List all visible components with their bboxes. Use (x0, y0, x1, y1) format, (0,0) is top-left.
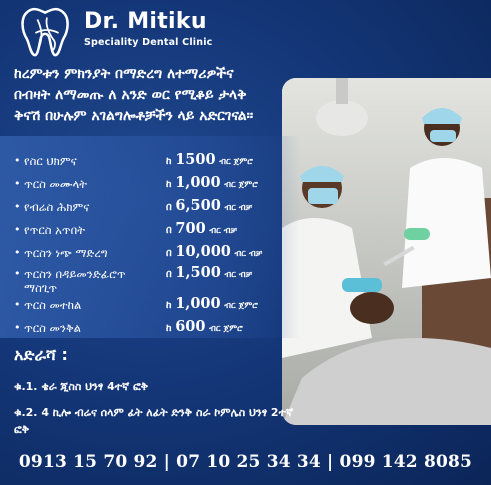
headline-line: ቅናሽ በሁሉም አገልግሎቶቻችን ላይ አድርገናል። (14, 108, 254, 124)
address-branch-2: ቁ.2. 4 ኪሎ ብሬና ሰላም ፊት ለፊት ድንቅ ስራ ኮምሌስ ህንፃ… (14, 406, 294, 436)
brand: Dr. Mitiku Speciality Dental Clinic (84, 9, 213, 49)
service-name: የስር ህክምና (24, 154, 77, 168)
bullet-icon: • (14, 321, 21, 334)
bullet-icon: • (14, 246, 21, 259)
dentist-photo (282, 78, 491, 425)
service-name: ጥርስን ነጭ ማድረግ (24, 246, 108, 260)
service-name: ጥርስ መሙላት (24, 177, 88, 191)
list-item: • የጥርስ አጥበት በ 700 ብር ብቻ (14, 220, 294, 245)
bullet-icon: • (14, 154, 21, 167)
service-price: ከ 600 ብር ጀምሮ (166, 318, 243, 335)
headline-line: ከረምቱን ምክንያት በማድረግ ለተማሪዎችና (14, 66, 234, 82)
list-item: • ጥርስ መሙላት ከ 1,000 ብር ጀምሮ (14, 174, 294, 199)
service-price: በ 1,500 ብር ብቻ (166, 264, 253, 281)
list-item: • ጥርስን በዳይመንድፊሮጥ ማስጊጥ በ 1,500 ብር ብቻ (14, 264, 294, 297)
service-price: በ 700 ብር ብቻ (166, 220, 237, 237)
list-item: • ጥርስ መንቅል ከ 600 ብር ጀምሮ (14, 318, 294, 343)
service-name: ጥርስን በዳይመንድፊሮጥ ማስጊጥ (24, 267, 126, 295)
header: Dr. Mitiku Speciality Dental Clinic (0, 0, 491, 62)
service-price: ከ 1500 ብር ጀምሮ (166, 151, 253, 168)
bullet-icon: • (14, 298, 21, 311)
service-price: በ 6,500 ብር ብቻ (166, 197, 253, 214)
list-item: • ጥርስ መተከል ከ 1,000 ብር ጀምሮ (14, 295, 294, 320)
service-price: ከ 1,000 ብር ጀምሮ (166, 295, 258, 312)
promo-flyer: Dr. Mitiku Speciality Dental Clinic ከረምቱ… (0, 0, 491, 485)
bullet-icon: • (14, 223, 21, 236)
service-name: ጥርስ መተከል (24, 298, 82, 312)
address-branch-1: ቁ.1. ቄራ ጂስስ ህንፃ 4ተኛ ፎቅ (14, 380, 149, 393)
service-price: ከ 1,000 ብር ጀምሮ (166, 174, 258, 191)
phone-numbers: 0913 15 70 92 | 07 10 25 34 34 | 099 142… (18, 452, 473, 472)
service-price: በ 10,000 ብር ብቻ (166, 243, 263, 260)
list-item: • የብሬስ ሕክምና በ 6,500 ብር ብቻ (14, 197, 294, 222)
brand-name: Dr. Mitiku (84, 9, 207, 34)
service-name: ጥርስ መንቅል (24, 321, 81, 335)
bullet-icon: • (14, 177, 21, 190)
tooth-logo-icon (21, 7, 69, 57)
address-title: አድራሻ : (14, 345, 68, 364)
list-item: • የስር ህክምና ከ 1500 ብር ጀምሮ (14, 151, 294, 176)
service-name: የብሬስ ሕክምና (24, 200, 90, 214)
promo-headline: ከረምቱን ምክንያት በማድረግ ለተማሪዎችና በብዛት ለማመጡ ለ አን… (14, 64, 304, 127)
bullet-icon: • (14, 267, 21, 280)
dentist-illustration (282, 78, 491, 425)
price-list: • የስር ህክምና ከ 1500 ብር ጀምሮ • ጥርስ መሙላት ከ 1,… (0, 136, 300, 338)
bullet-icon: • (14, 200, 21, 213)
headline-line: በብዛት ለማመጡ ለ አንድ ወር የሚቆይ ታላቅ (14, 87, 247, 103)
brand-subtitle: Speciality Dental Clinic (84, 37, 213, 48)
service-name: የጥርስ አጥበት (24, 223, 85, 237)
